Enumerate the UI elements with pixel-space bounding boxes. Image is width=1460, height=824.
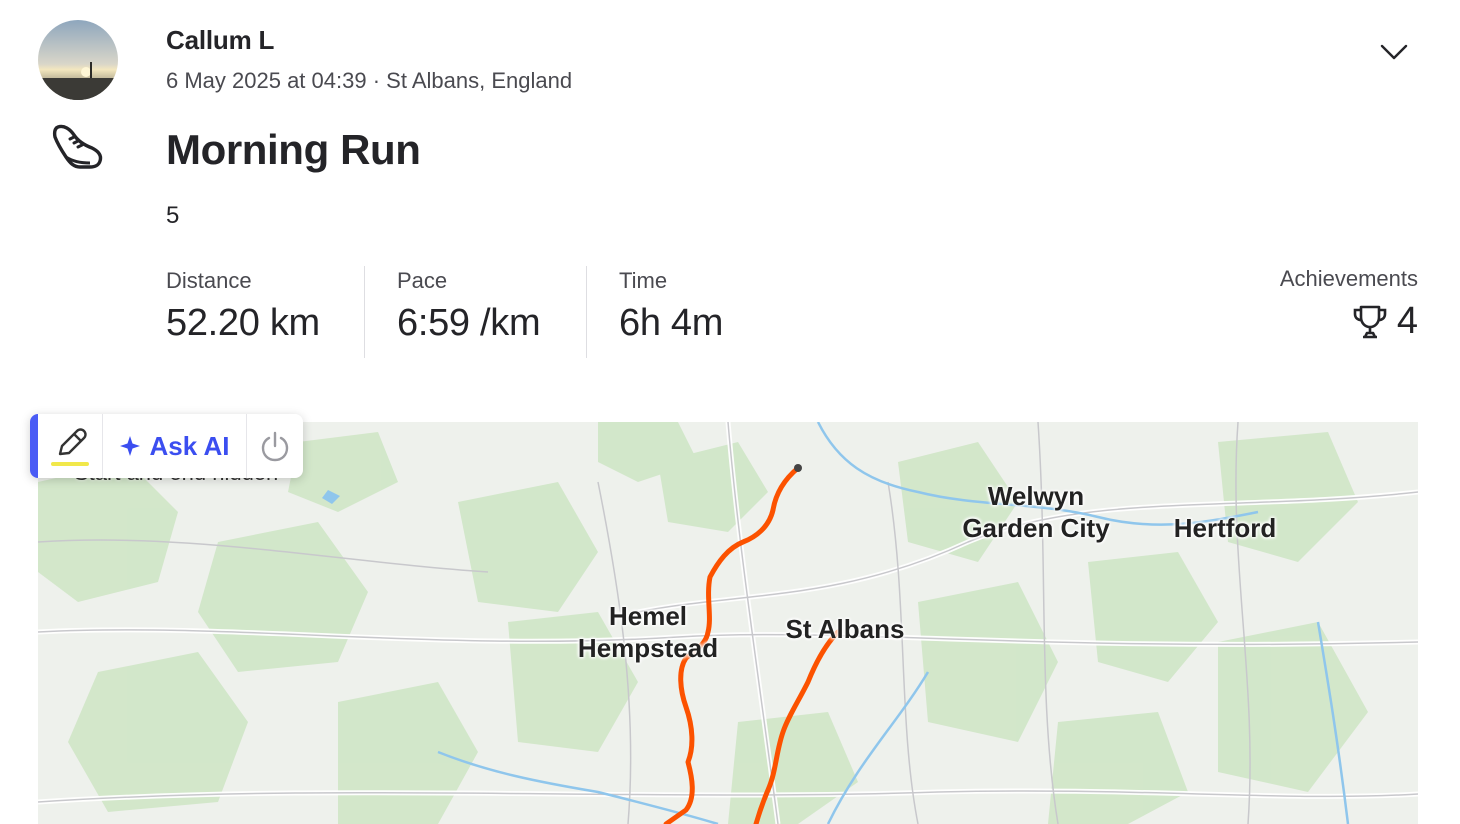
athlete-name[interactable]: Callum L [166, 25, 274, 56]
floating-toolbar: Ask AI [30, 414, 303, 478]
achievements-count: 4 [1396, 300, 1418, 342]
stat-distance: Distance 52.20 km [166, 266, 320, 345]
stat-divider [586, 266, 587, 358]
stat-label: Pace [397, 268, 448, 293]
stat-pace: Pace 6:59 /km [397, 266, 541, 345]
activity-title[interactable]: Morning Run [166, 126, 421, 174]
map-place-label: St Albans [785, 614, 905, 644]
chevron-down-icon[interactable] [1378, 38, 1410, 66]
stat-time: Time 6h 4m [619, 266, 723, 345]
running-shoe-icon [50, 121, 106, 175]
map-place-label: Welwyn Garden City [962, 481, 1110, 543]
ask-ai-button[interactable]: Ask AI [103, 414, 247, 478]
highlight-underline [51, 462, 89, 466]
toolbar-accent [30, 414, 38, 478]
activity-location: St Albans, England [386, 68, 573, 93]
trophy-icon [1353, 305, 1387, 338]
pencil-icon [58, 428, 87, 456]
stat-label: Time [619, 268, 668, 293]
power-icon [261, 431, 289, 462]
athlete-avatar[interactable] [38, 20, 118, 100]
activity-meta: 6 May 2025 at 04:39 · St Albans, England [166, 68, 572, 94]
activity-map[interactable]: Start and end hidden WelwynGarden City H… [38, 422, 1418, 824]
achievements[interactable]: Achievements 4 [1280, 266, 1418, 343]
achievements-label: Achievements [1279, 266, 1418, 291]
stat-value: 52.20 km [166, 302, 320, 344]
stat-divider [364, 266, 365, 358]
sparkle-icon [119, 436, 140, 456]
ask-ai-label: Ask AI [149, 430, 230, 461]
map-place-label: Hertford [1173, 513, 1277, 543]
activity-description: 5 [166, 202, 180, 229]
edit-button[interactable] [38, 414, 103, 478]
power-button[interactable] [247, 414, 303, 478]
meta-separator: · [366, 68, 387, 93]
stat-value: 6h 4m [619, 302, 724, 344]
stat-value: 6:59 /km [397, 302, 541, 344]
stat-label: Distance [166, 268, 252, 293]
map-place-label: Hemel Hempstead [577, 601, 719, 663]
activity-date-time: 6 May 2025 at 04:39 [166, 68, 367, 93]
